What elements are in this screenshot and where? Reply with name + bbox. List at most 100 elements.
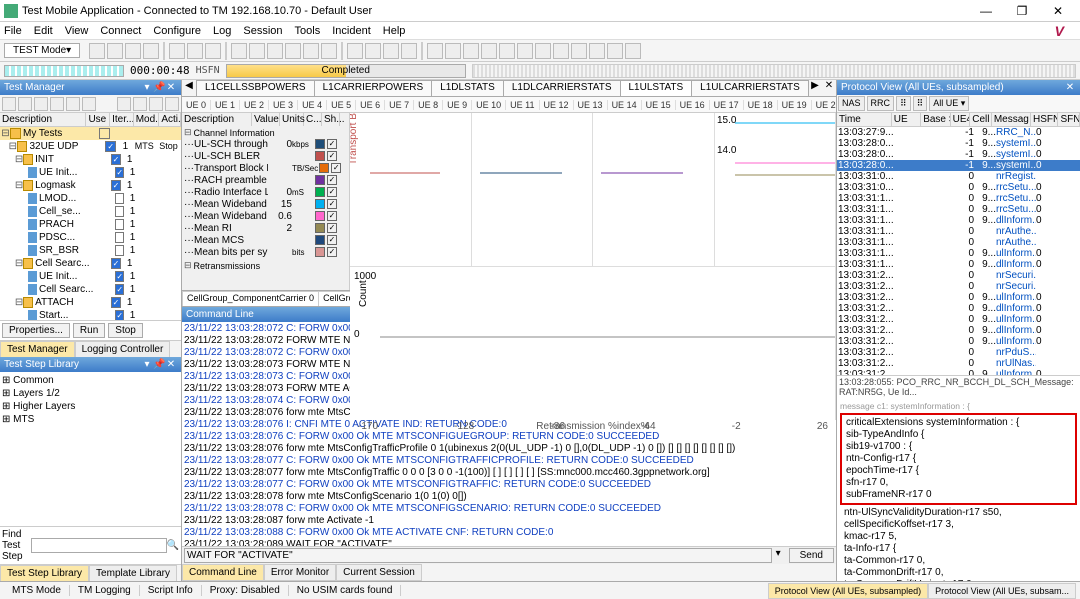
toolbar-btn[interactable] <box>125 43 141 59</box>
tm-btn[interactable] <box>50 97 64 111</box>
toolbar-btn[interactable] <box>89 43 105 59</box>
tab-error-monitor[interactable]: Error Monitor <box>264 564 336 581</box>
tm-btn[interactable] <box>34 97 48 111</box>
toolbar-btn[interactable] <box>517 43 533 59</box>
tab-l1ulcarrierstats[interactable]: L1ULCARRIERSTATS <box>691 80 809 96</box>
toolbar-btn[interactable] <box>107 43 123 59</box>
tm-btn[interactable] <box>133 97 147 111</box>
close-button[interactable]: ✕ <box>1040 4 1076 18</box>
menu-help[interactable]: Help <box>383 25 406 37</box>
toolbar-btn[interactable] <box>303 43 319 59</box>
tab-tsl[interactable]: Test Step Library <box>0 565 89 581</box>
toolbar-btn[interactable] <box>571 43 587 59</box>
pv-message-list[interactable]: 13:03:27:9...-19...RRC_N...013:03:28:0..… <box>837 127 1080 375</box>
toolbar-btn[interactable] <box>607 43 623 59</box>
toolbar-btn[interactable] <box>347 43 363 59</box>
tab-pv-all[interactable]: Protocol View (All UEs, subsampled) <box>768 583 928 599</box>
tab-l1ulstats[interactable]: L1ULSTATS <box>620 80 693 96</box>
panel-pin-icon[interactable]: 📌 <box>153 82 165 93</box>
tm-button-row: Properties... Run Stop <box>0 320 181 340</box>
tab-pv-all-2[interactable]: Protocol View (All UEs, subsam... <box>928 583 1076 599</box>
toolbar-btn[interactable] <box>143 43 159 59</box>
menu-view[interactable]: View <box>65 25 89 37</box>
toolbar-btn[interactable] <box>187 43 203 59</box>
dropdown-icon[interactable]: ▾ <box>772 548 785 563</box>
toolbar-btn[interactable] <box>481 43 497 59</box>
toolbar-btn[interactable] <box>427 43 443 59</box>
pv-detail[interactable]: message c1: systemInformation : { critic… <box>837 398 1080 581</box>
tab-l1dlstats[interactable]: L1DLSTATS <box>431 80 504 96</box>
toolbar-btn[interactable] <box>205 43 221 59</box>
tm-btn[interactable] <box>82 97 96 111</box>
find-input[interactable] <box>31 538 167 553</box>
toolbar-btn[interactable] <box>231 43 247 59</box>
menu-configure[interactable]: Configure <box>153 25 201 37</box>
send-button[interactable]: Send <box>789 548 834 563</box>
run-button[interactable]: Run <box>73 323 105 338</box>
toolbar-btn[interactable] <box>625 43 641 59</box>
toolbar-btn[interactable] <box>553 43 569 59</box>
stop-button[interactable]: Stop <box>108 323 143 338</box>
tab-template-library[interactable]: Template Library <box>89 565 177 581</box>
cmd-input[interactable] <box>184 548 772 563</box>
menu-tools[interactable]: Tools <box>295 25 321 37</box>
scroll-right-icon[interactable]: ▶ <box>808 80 822 96</box>
menu-edit[interactable]: Edit <box>34 25 53 37</box>
tm-btn[interactable] <box>117 97 131 111</box>
filter-icon[interactable]: ⠿ <box>913 96 928 111</box>
tab-command-line[interactable]: Command Line <box>182 564 264 581</box>
panel-close-icon[interactable]: ✕ <box>165 82 177 93</box>
toolbar-btn[interactable] <box>169 43 185 59</box>
panel-close-icon[interactable]: ✕ <box>1064 82 1076 93</box>
panel-close-icon[interactable]: ✕ <box>165 359 177 370</box>
panel-menu-icon[interactable]: ▾ <box>141 359 153 370</box>
panel-menu-icon[interactable]: ▾ <box>141 82 153 93</box>
tsl-tree[interactable]: ⊞ Common ⊞ Layers 1/2 ⊞ Higher Layers ⊞ … <box>0 372 181 527</box>
tab-l1cellssbpowers[interactable]: L1CELLSSBPOWERS <box>196 80 315 96</box>
search-icon[interactable]: 🔍 <box>167 540 179 551</box>
tm-btn[interactable] <box>149 97 163 111</box>
tab-logging-controller[interactable]: Logging Controller <box>75 341 171 357</box>
toolbar-btn[interactable] <box>285 43 301 59</box>
toolbar-btn[interactable] <box>589 43 605 59</box>
filter-icon[interactable]: ⠿ <box>896 96 911 111</box>
menu-incident[interactable]: Incident <box>332 25 371 37</box>
menu-file[interactable]: File <box>4 25 22 37</box>
tm-btn[interactable] <box>165 97 179 111</box>
tab-test-manager[interactable]: Test Manager <box>0 341 75 357</box>
toolbar-btn[interactable] <box>463 43 479 59</box>
tabs-close-icon[interactable]: ✕ <box>822 80 836 96</box>
menu-log[interactable]: Log <box>213 25 231 37</box>
cg-tab[interactable]: CellGroup_ComponentCarrier 0 <box>182 291 319 306</box>
tab-current-session[interactable]: Current Session <box>336 564 422 581</box>
tm-tree[interactable]: ⊟My Tests⊟32UE UDP✓1MTSStop⊟INIT✓1UE Ini… <box>0 127 181 320</box>
toolbar-btn[interactable] <box>401 43 417 59</box>
properties-button[interactable]: Properties... <box>2 323 70 338</box>
section-retransmissions[interactable]: Retransmissions <box>182 259 349 272</box>
tab-l1carrierpowers[interactable]: L1CARRIERPOWERS <box>314 80 433 96</box>
tab-l1dlcarrierstats[interactable]: L1DLCARRIERSTATS <box>503 80 621 96</box>
section-channel-info[interactable]: Channel Information <box>182 126 349 139</box>
toolbar-btn[interactable] <box>445 43 461 59</box>
menu-connect[interactable]: Connect <box>100 25 141 37</box>
minimize-button[interactable]: — <box>968 4 1004 18</box>
tm-btn[interactable] <box>2 97 16 111</box>
filter-rrc[interactable]: RRC <box>867 96 895 111</box>
maximize-button[interactable]: ❐ <box>1004 4 1040 18</box>
toolbar-btn[interactable] <box>535 43 551 59</box>
toolbar-btn[interactable] <box>321 43 337 59</box>
tm-btn[interactable] <box>66 97 80 111</box>
toolbar-btn[interactable] <box>365 43 381 59</box>
filter-nas[interactable]: NAS <box>838 96 865 111</box>
filter-ue-select[interactable]: All UE ▾ <box>929 96 969 111</box>
toolbar-btn[interactable] <box>383 43 399 59</box>
panel-pin-icon[interactable]: 📌 <box>153 359 165 370</box>
ue-selector-bar[interactable]: UE 0UE 1UE 2UE 3UE 4UE 5UE 6UE 7UE 8UE 9… <box>182 97 836 113</box>
scroll-left-icon[interactable]: ◀ <box>182 80 196 96</box>
toolbar-btn[interactable] <box>249 43 265 59</box>
mode-selector[interactable]: TEST Mode ▾ <box>4 43 80 58</box>
tm-btn[interactable] <box>18 97 32 111</box>
toolbar-btn[interactable] <box>267 43 283 59</box>
menu-session[interactable]: Session <box>243 25 282 37</box>
toolbar-btn[interactable] <box>499 43 515 59</box>
